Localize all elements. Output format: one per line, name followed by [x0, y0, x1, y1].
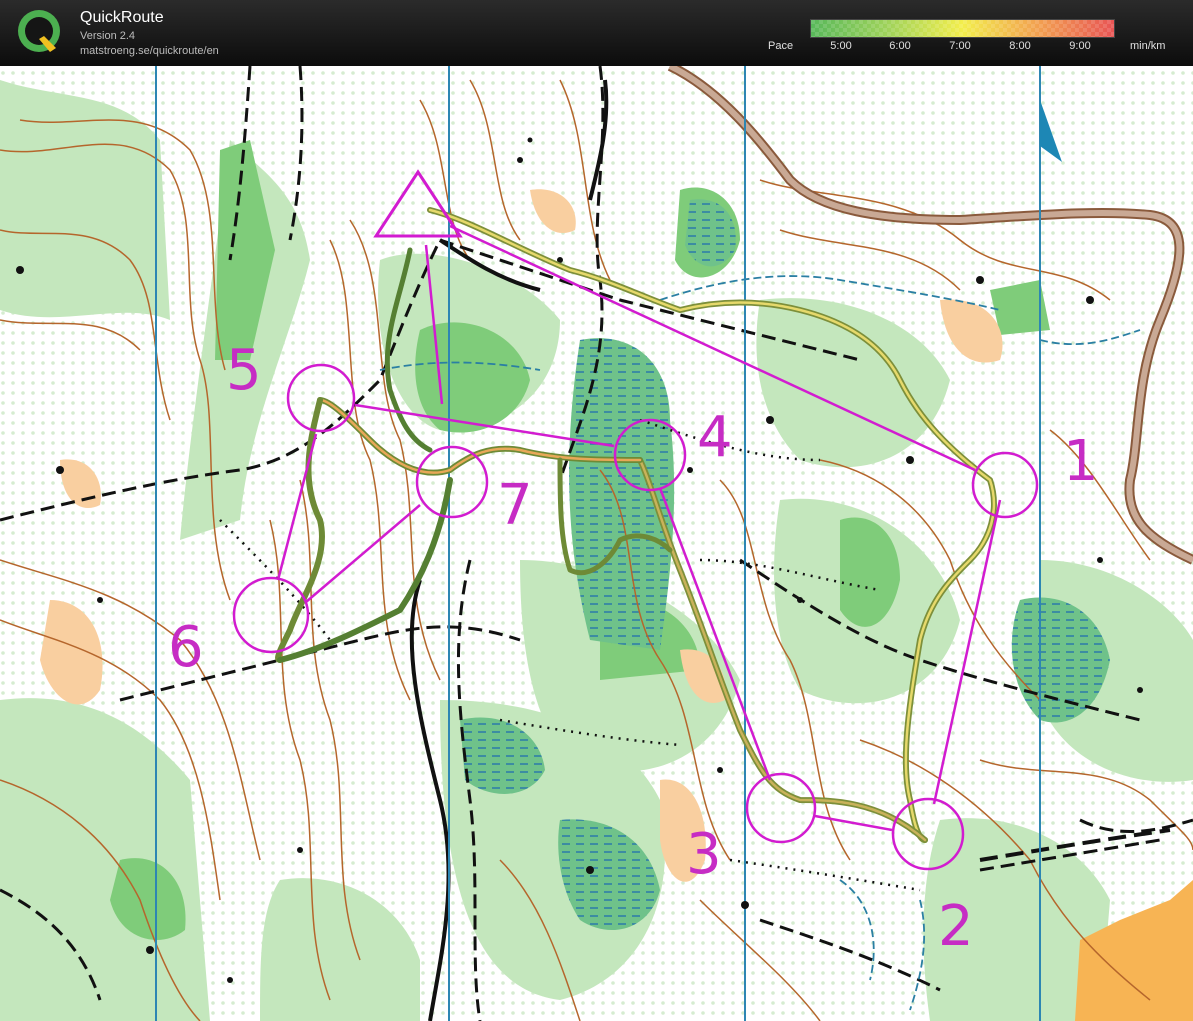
control-number-4: 4: [697, 405, 733, 470]
app-name: QuickRoute: [80, 9, 164, 26]
pace-tick: 5:00: [830, 40, 852, 52]
orienteering-map[interactable]: 1 2 3 4 5 6 7: [0, 66, 1193, 1021]
pace-label: Pace: [768, 40, 794, 52]
app-header: QuickRoute Version 2.4 matstroeng.se/qui…: [0, 0, 1193, 66]
pace-tick: 7:00: [949, 40, 971, 52]
control-number-2: 2: [938, 894, 974, 959]
control-number-5: 5: [226, 338, 262, 403]
control-number-6: 6: [168, 615, 204, 680]
quickroute-logo-icon: [18, 10, 60, 52]
pace-tick: 8:00: [1009, 40, 1031, 52]
app-url[interactable]: matstroeng.se/quickroute/en: [80, 45, 219, 57]
pace-tick: 6:00: [889, 40, 911, 52]
pace-unit: min/km: [1130, 40, 1166, 52]
control-number-7: 7: [497, 473, 533, 538]
pace-color-scale: [810, 19, 1115, 38]
control-number-3: 3: [686, 822, 722, 887]
app-version: Version 2.4: [80, 30, 136, 42]
control-number-1: 1: [1063, 429, 1099, 494]
pace-tick: 9:00: [1069, 40, 1091, 52]
